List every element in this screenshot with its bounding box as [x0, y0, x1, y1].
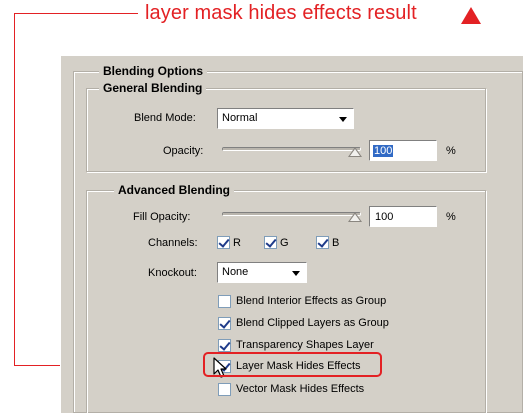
channel-r-label: R [233, 237, 241, 249]
annotation-title: layer mask hides effects result [145, 2, 417, 24]
opacity-unit: % [446, 145, 456, 157]
fill-opacity-label: Fill Opacity: [133, 211, 191, 223]
channels-label: Channels: [148, 237, 198, 249]
blend-interior-effects-label: Blend Interior Effects as Group [236, 295, 387, 307]
transparency-shapes-layer-label: Transparency Shapes Layer [236, 339, 374, 351]
opacity-slider-fill [223, 148, 360, 150]
fill-opacity-slider-track[interactable] [222, 212, 361, 216]
knockout-value: None [222, 266, 249, 278]
blend-mode-label: Blend Mode: [134, 112, 196, 124]
vector-mask-hides-effects-checkbox[interactable] [218, 383, 231, 396]
channel-b-checkbox[interactable] [316, 236, 329, 249]
callout-line-left [14, 13, 15, 366]
highlight-box [203, 352, 382, 377]
advanced-blending-heading: Advanced Blending [114, 183, 235, 197]
transparency-shapes-layer-checkbox[interactable] [218, 339, 231, 352]
annotated-screenshot: layer mask hides effects result Blending… [0, 0, 523, 413]
fill-opacity-slider-thumb[interactable] [348, 212, 362, 222]
checkmark-icon [265, 236, 277, 248]
triangle-icon [461, 7, 481, 24]
opacity-slider-track[interactable] [222, 147, 361, 151]
opacity-label: Opacity: [163, 145, 204, 157]
channel-r-checkbox[interactable] [217, 236, 230, 249]
general-blending-heading: General Blending [99, 81, 207, 95]
opacity-input[interactable]: 100 [369, 140, 437, 161]
fill-opacity-unit: % [446, 211, 456, 223]
knockout-label: Knockout: [148, 267, 197, 279]
vector-mask-hides-effects-label: Vector Mask Hides Effects [236, 383, 365, 395]
blend-interior-effects-checkbox[interactable] [218, 295, 231, 308]
checkmark-icon [219, 317, 231, 329]
checkmark-icon [219, 339, 231, 351]
chevron-down-icon [339, 117, 347, 122]
blend-clipped-layers-checkbox[interactable] [218, 317, 231, 330]
checkmark-icon [317, 236, 329, 248]
blend-clipped-layers-label: Blend Clipped Layers as Group [236, 317, 389, 329]
blend-mode-select[interactable]: Normal [217, 108, 354, 129]
callout-line-top [14, 13, 138, 14]
blending-options-heading: Blending Options [99, 64, 207, 78]
opacity-slider-thumb[interactable] [348, 147, 362, 157]
opacity-value: 100 [373, 145, 394, 157]
knockout-select[interactable]: None [217, 262, 307, 283]
chevron-down-icon [292, 271, 300, 276]
checkmark-icon [218, 236, 230, 248]
fill-opacity-value: 100 [375, 211, 394, 223]
blend-mode-value: Normal [222, 112, 258, 124]
fill-opacity-slider-fill [223, 213, 360, 215]
fill-opacity-input[interactable]: 100 [369, 206, 437, 227]
channel-g-label: G [280, 237, 289, 249]
channel-b-label: B [332, 237, 340, 249]
channel-g-checkbox[interactable] [264, 236, 277, 249]
